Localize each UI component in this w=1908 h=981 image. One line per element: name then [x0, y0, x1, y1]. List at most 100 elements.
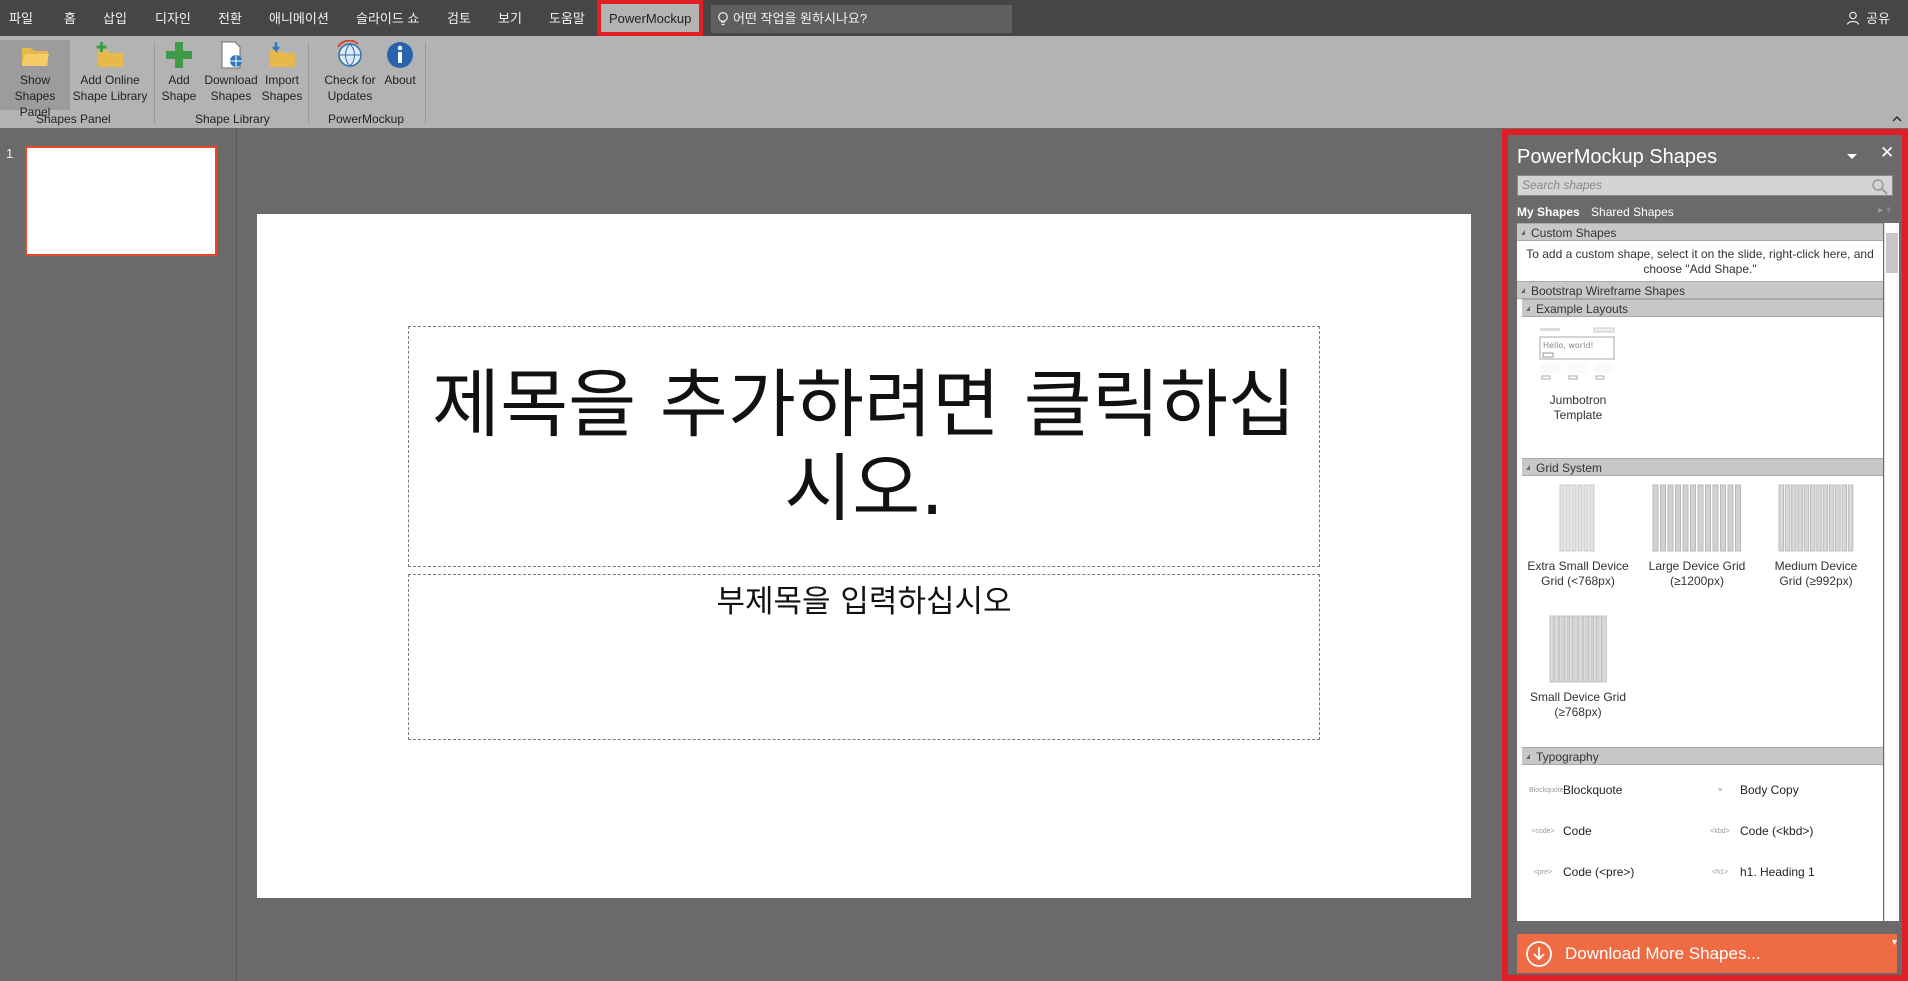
section-bootstrap[interactable]: Bootstrap Wireframe Shapes	[1517, 281, 1883, 299]
shape-label: Extra Small Device Grid (<768px)	[1527, 559, 1629, 588]
download-shapes-button[interactable]: Download Shapes	[201, 40, 261, 104]
about-button[interactable]: About	[380, 40, 420, 88]
folder-open-icon	[22, 48, 49, 66]
shape-jumbotron[interactable]: Hello, world! Jumbotron Template	[1525, 323, 1631, 423]
typography-preview: <code>	[1531, 828, 1555, 836]
show-shapes-panel-button[interactable]: Show Shapes Panel	[0, 40, 70, 119]
custom-shapes-hint: To add a custom shape, select it on the …	[1526, 247, 1874, 276]
grid-thumbnail	[1559, 484, 1595, 552]
share-button[interactable]: 공유	[1846, 0, 1890, 36]
slide-thumbnails-pane: 1	[0, 128, 237, 981]
globe-refresh-icon	[337, 40, 362, 67]
shape-label: Blockquote	[1563, 783, 1623, 797]
group-label-shape-library: Shape Library	[195, 112, 270, 126]
jumbotron-preview-text: Hello, world!	[1543, 341, 1594, 350]
tab-insert[interactable]: 삽입	[103, 0, 127, 36]
check-updates-button[interactable]: Check for Updates	[318, 40, 382, 104]
grid-thumbnail	[1549, 615, 1607, 683]
tab-powermockup[interactable]: PowerMockup	[597, 0, 704, 36]
tab-view[interactable]: 보기	[498, 0, 522, 36]
grid-thumbnail	[1778, 484, 1854, 552]
shape-code[interactable]: <code> Code	[1529, 824, 1592, 838]
section-label: Grid System	[1536, 461, 1603, 475]
add-online-library-label: Add Online Shape Library	[72, 73, 148, 103]
folder-import-icon	[270, 42, 295, 67]
tab-transitions[interactable]: 전환	[218, 0, 242, 36]
ribbon: Show Shapes Panel Add Online Shape Libra…	[0, 36, 1908, 128]
info-icon	[387, 42, 413, 68]
shape-code-kbd[interactable]: <kbd> Code (<kbd>)	[1706, 824, 1813, 838]
shape-body-copy[interactable]: ≡ Body Copy	[1706, 783, 1799, 797]
close-icon[interactable]: ✕	[1880, 143, 1894, 163]
about-label: About	[384, 73, 416, 87]
import-shapes-button[interactable]: Import Shapes	[260, 40, 304, 104]
shapes-scrollbar[interactable]	[1884, 223, 1899, 921]
jumbotron-thumbnail: Hello, world!	[1539, 327, 1615, 380]
search-icon[interactable]	[1871, 178, 1889, 196]
shape-label: Small Device Grid (≥768px)	[1529, 690, 1627, 719]
title-text: 제목을 추가하려면 클릭하십시오.	[431, 361, 1296, 532]
tab-scroll-arrows-icon[interactable]: ▸ +	[1878, 205, 1892, 216]
typography-preview: Blockquote	[1529, 787, 1564, 795]
add-online-library-button[interactable]: Add Online Shape Library	[72, 40, 148, 104]
typography-preview: <pre>	[1533, 869, 1553, 877]
shape-heading-1[interactable]: <h1> h1. Heading 1	[1706, 865, 1815, 879]
lightbulb-icon	[718, 12, 728, 26]
shape-md-grid[interactable]: Medium Device Grid (≥992px)	[1763, 483, 1869, 589]
tab-slideshow[interactable]: 슬라이드 쇼	[356, 0, 419, 36]
shape-xs-grid[interactable]: Extra Small Device Grid (<768px)	[1525, 483, 1631, 589]
search-input[interactable]: Search shapes	[1517, 175, 1893, 196]
document-globe-icon	[221, 41, 242, 69]
group-separator	[308, 42, 309, 124]
collapse-ribbon-icon[interactable]	[1892, 114, 1902, 124]
shape-blockquote[interactable]: BlockquoteBlockquote	[1529, 783, 1622, 797]
download-shapes-label: Download Shapes	[204, 73, 258, 103]
title-placeholder[interactable]: 제목을 추가하려면 클릭하십시오.	[408, 326, 1320, 567]
shapes-list: Custom Shapes To add a custom shape, sel…	[1517, 223, 1883, 921]
shape-label: Code (<kbd>)	[1740, 824, 1814, 838]
typography-preview: <h1>	[1712, 869, 1728, 877]
tab-file[interactable]: 파일	[9, 0, 33, 36]
shape-label: h1. Heading 1	[1740, 865, 1815, 879]
plus-icon	[166, 42, 192, 68]
chevron-down-icon[interactable]: ▾	[1892, 937, 1897, 948]
add-shape-button[interactable]: Add Shape	[159, 40, 199, 104]
section-example-layouts[interactable]: Example Layouts	[1522, 299, 1883, 317]
tell-me-search[interactable]: 어떤 작업을 원하시나요?	[711, 5, 1012, 33]
import-shapes-label: Import Shapes	[261, 73, 303, 103]
section-typography[interactable]: Typography	[1522, 747, 1883, 765]
download-more-shapes-button[interactable]: Download More Shapes...	[1517, 934, 1897, 973]
scrollbar-thumb[interactable]	[1886, 233, 1898, 273]
ribbon-tab-bar: 파일 홈 삽입 디자인 전환 애니메이션 슬라이드 쇼 검토 보기 도움말 Po…	[0, 0, 1908, 36]
section-grid-system[interactable]: Grid System	[1522, 458, 1883, 476]
tab-review[interactable]: 검토	[447, 0, 471, 36]
shape-label: Body Copy	[1740, 783, 1799, 797]
slide-canvas[interactable]: 제목을 추가하려면 클릭하십시오. 부제목을 입력하십시오	[257, 214, 1471, 898]
group-label-powermockup: PowerMockup	[328, 112, 405, 126]
folder-add-icon	[96, 42, 123, 67]
panel-title: PowerMockup Shapes	[1517, 146, 1718, 168]
tell-me-label: 어떤 작업을 원하시나요?	[733, 11, 868, 26]
subtitle-placeholder[interactable]: 부제목을 입력하십시오	[408, 574, 1320, 740]
shape-label: Code (<pre>)	[1563, 865, 1635, 879]
download-more-label: Download More Shapes...	[1565, 944, 1761, 963]
shape-code-pre[interactable]: <pre> Code (<pre>)	[1529, 865, 1635, 879]
shape-label: Code	[1563, 824, 1592, 838]
section-custom-shapes[interactable]: Custom Shapes	[1517, 223, 1883, 241]
tab-design[interactable]: 디자인	[155, 0, 191, 36]
group-separator	[154, 42, 155, 124]
section-label: Example Layouts	[1536, 302, 1629, 316]
slide-thumbnail[interactable]	[25, 146, 217, 256]
tab-help[interactable]: 도움말	[549, 0, 585, 36]
shape-sm-grid[interactable]: Small Device Grid (≥768px)	[1525, 614, 1631, 720]
tab-shared-shapes[interactable]: Shared Shapes	[1591, 205, 1674, 219]
tab-home[interactable]: 홈	[64, 0, 76, 36]
subtitle-text: 부제목을 입력하십시오	[716, 584, 1012, 620]
panel-options-icon[interactable]	[1847, 154, 1857, 159]
tab-my-shapes[interactable]: My Shapes	[1517, 205, 1580, 219]
shape-lg-grid[interactable]: Large Device Grid (≥1200px)	[1644, 483, 1750, 589]
search-placeholder: Search shapes	[1522, 178, 1603, 192]
tab-animations[interactable]: 애니메이션	[269, 0, 329, 36]
download-icon	[1526, 941, 1552, 967]
typography-preview: ≡	[1717, 787, 1723, 795]
